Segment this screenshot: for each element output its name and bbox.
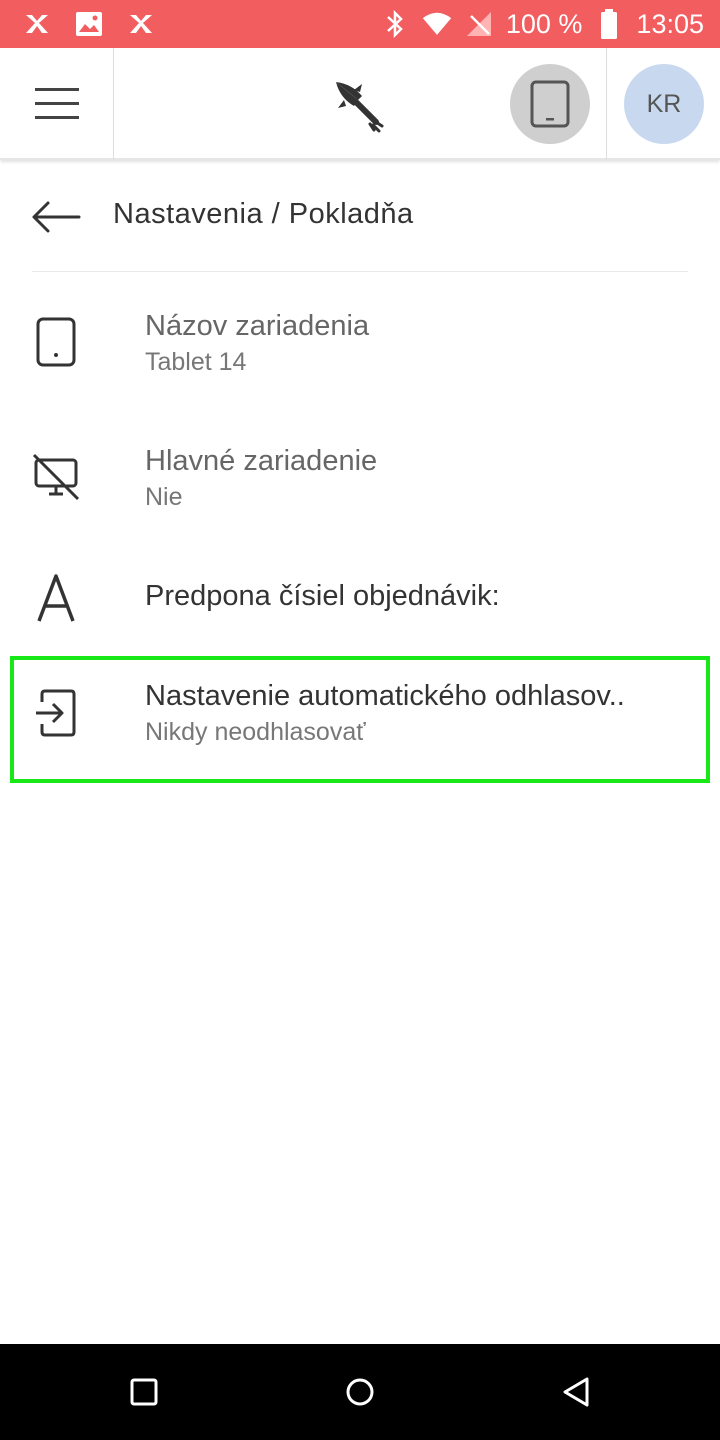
butterfly-icon [22, 8, 52, 40]
wifi-icon [422, 8, 452, 40]
setting-main-device[interactable]: Hlavné zariadenie Nie [0, 417, 720, 537]
circle-icon [346, 1378, 374, 1406]
no-signal-icon [464, 8, 494, 40]
battery-percent: 100 % [505, 8, 583, 39]
desktop-off-icon [28, 449, 84, 505]
bluetooth-icon [380, 8, 410, 40]
navigation-bar [0, 1344, 720, 1440]
divider [32, 271, 688, 272]
menu-button[interactable] [0, 48, 114, 160]
clock: 13:05 [636, 8, 704, 39]
tablet-icon [28, 314, 84, 370]
battery-icon [594, 8, 624, 40]
setting-title: Predpona čísiel objednávik: [145, 580, 500, 612]
status-bar: 100 % 13:05 [0, 0, 720, 48]
setting-title: Názov zariadenia [145, 310, 370, 342]
arrow-left-icon [32, 201, 81, 233]
setting-value: Tablet 14 [145, 348, 247, 376]
page-title: Nastavenia / Pokladňa [113, 198, 414, 230]
setting-title: Hlavné zariadenie [145, 445, 378, 477]
divider [606, 48, 607, 160]
back-button[interactable] [26, 190, 86, 244]
app-bar: KR [0, 48, 720, 160]
letter-a-icon [28, 570, 84, 626]
butterfly-icon [126, 8, 156, 40]
setting-device-name[interactable]: Názov zariadenia Tablet 14 [0, 282, 720, 402]
system-icons: 100 % 13:05 [380, 6, 704, 42]
hamburger-icon [34, 88, 79, 119]
recents-button[interactable] [120, 1368, 168, 1416]
device-button[interactable] [510, 64, 590, 144]
triangle-back-icon [563, 1377, 589, 1407]
square-icon [130, 1378, 158, 1406]
rocket-fork-logo [332, 78, 388, 134]
selection-highlight [10, 656, 710, 783]
tablet-icon [530, 80, 570, 128]
avatar[interactable]: KR [624, 64, 704, 144]
setting-value: Nie [145, 483, 183, 511]
home-button[interactable] [336, 1368, 384, 1416]
back-nav-button[interactable] [552, 1368, 600, 1416]
notification-icons [22, 8, 156, 40]
image-icon [74, 8, 104, 40]
